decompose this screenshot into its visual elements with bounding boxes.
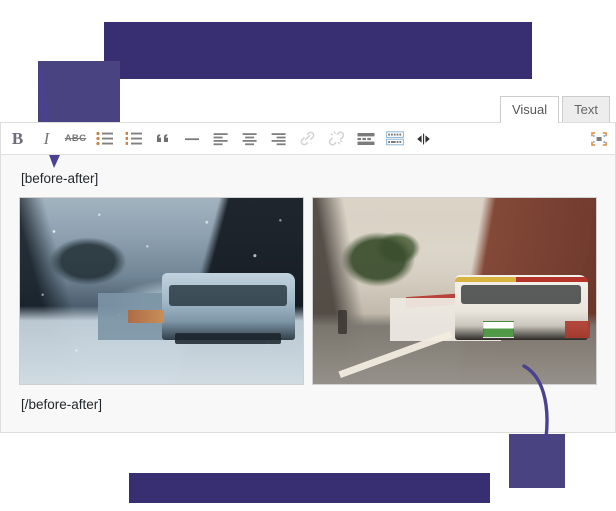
- after-pedestrian: [338, 309, 347, 335]
- redaction-block-bottom-right: [509, 434, 565, 488]
- editor-content-area[interactable]: [before-after] [/before-after]: [0, 155, 616, 433]
- align-center-icon: [242, 132, 257, 145]
- redaction-block-top-wide: [104, 22, 532, 79]
- editor-mode-tabs: Visual Text: [0, 96, 616, 123]
- unlink-icon: [328, 131, 345, 146]
- align-right-icon: [271, 132, 286, 145]
- tab-text[interactable]: Text: [562, 96, 610, 123]
- redaction-block-bottom-bar: [129, 473, 490, 503]
- align-left-button[interactable]: [206, 125, 235, 152]
- after-street-object: [564, 321, 591, 338]
- before-image[interactable]: [19, 197, 304, 386]
- link-icon: [300, 131, 315, 146]
- after-bus-ad-panel: [482, 321, 514, 338]
- tab-visual[interactable]: Visual: [499, 96, 560, 123]
- bold-icon: B: [11, 128, 24, 148]
- bold-button[interactable]: B: [3, 125, 32, 152]
- shortcode-close-text: [/before-after]: [21, 397, 103, 413]
- horizontal-rule-icon: [184, 137, 199, 140]
- shortcode-open-text: [before-after]: [21, 171, 99, 186]
- read-more-icon: [357, 132, 374, 145]
- bullet-list-icon: [96, 131, 113, 146]
- after-image[interactable]: [312, 197, 597, 386]
- before-after-icon: [417, 133, 430, 144]
- align-right-button[interactable]: [264, 125, 293, 152]
- italic-icon: I: [43, 128, 50, 148]
- numbered-list-button[interactable]: [119, 125, 148, 152]
- align-left-icon: [213, 132, 228, 145]
- after-lane-marking: [338, 331, 453, 379]
- strikethrough-button[interactable]: ABC: [61, 125, 90, 152]
- strikethrough-icon: ABC: [64, 133, 87, 144]
- bullet-list-button[interactable]: [90, 125, 119, 152]
- remove-link-button[interactable]: [322, 125, 351, 152]
- blockquote-icon: [156, 133, 168, 142]
- before-bus-shape: [161, 272, 295, 344]
- blockquote-button[interactable]: [148, 125, 177, 152]
- tab-visual-label: Visual: [511, 102, 548, 117]
- before-after-image-pair: [19, 197, 597, 386]
- before-bus-ad-panel: [127, 309, 165, 323]
- toolbar-toggle-icon: [385, 131, 404, 146]
- numbered-list-icon: [125, 131, 142, 145]
- insert-link-button[interactable]: [293, 125, 322, 152]
- toolbar-toggle-button[interactable]: [380, 125, 409, 152]
- fullscreen-button[interactable]: [584, 125, 613, 152]
- read-more-button[interactable]: [351, 125, 380, 152]
- before-after-button[interactable]: [409, 125, 438, 152]
- tab-text-label: Text: [574, 102, 598, 117]
- align-center-button[interactable]: [235, 125, 264, 152]
- wysiwyg-editor: Visual Text B I ABC [before-after] [/bef…: [0, 96, 616, 433]
- editor-toolbar: B I ABC: [0, 122, 616, 155]
- fullscreen-icon: [590, 131, 607, 146]
- horizontal-rule-button[interactable]: [177, 125, 206, 152]
- italic-button[interactable]: I: [32, 125, 61, 152]
